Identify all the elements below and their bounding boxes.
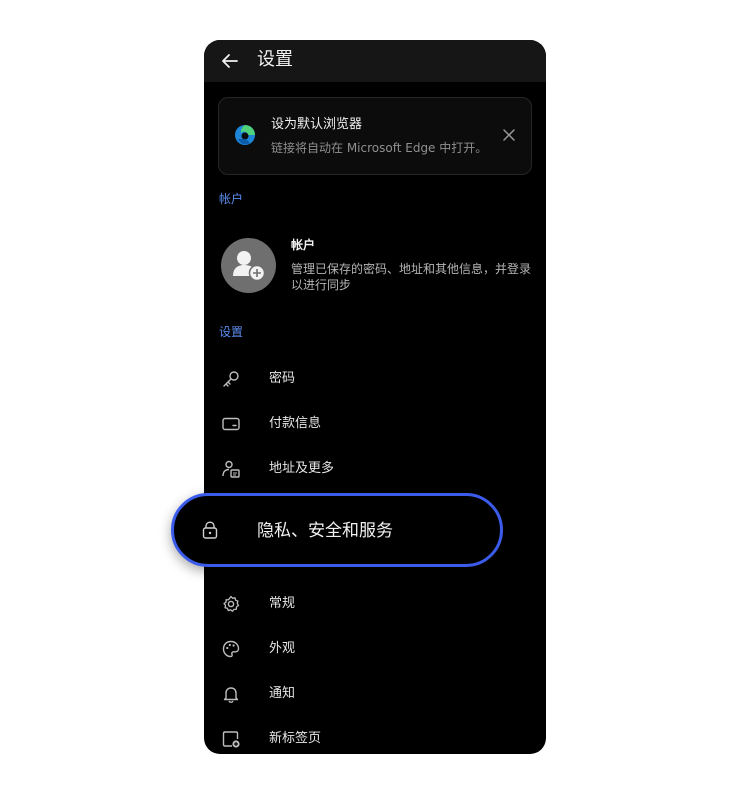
- menu-label: 新标签页: [269, 731, 322, 746]
- avatar: [221, 238, 276, 293]
- key-icon: [223, 371, 239, 387]
- close-icon[interactable]: [502, 128, 516, 142]
- menu-item-payment[interactable]: 付款信息: [204, 404, 546, 444]
- edge-logo-icon: [235, 125, 255, 145]
- menu-item-passwords[interactable]: 密码: [204, 359, 546, 399]
- account-description: 管理已保存的密码、地址和其他信息，并登录以进行同步: [291, 262, 532, 292]
- menu-item-notifications[interactable]: 通知: [204, 674, 546, 714]
- gear-icon: [223, 595, 240, 612]
- menu-item-new-tab[interactable]: 新标签页: [204, 719, 546, 754]
- settings-section-label: 设置: [219, 325, 244, 339]
- top-bar: 设置: [204, 40, 546, 82]
- menu-label: 常规: [269, 596, 296, 611]
- menu-item-privacy-security-services[interactable]: 隐私、安全和服务: [171, 493, 503, 567]
- menu-label: 通知: [269, 686, 296, 701]
- default-browser-banner[interactable]: 设为默认浏览器 链接将自动在 Microsoft Edge 中打开。: [218, 97, 532, 175]
- settings-screen: 设置 设为默认浏览器 链接将自动在 Microsoft Edge 中打开。 帐户…: [204, 40, 546, 754]
- menu-label: 付款信息: [269, 416, 322, 431]
- menu-label: 密码: [269, 371, 296, 386]
- account-section-label: 帐户: [219, 192, 244, 206]
- account-title: 帐户: [291, 238, 316, 252]
- new-tab-icon: [222, 731, 240, 748]
- menu-item-appearance[interactable]: 外观: [204, 629, 546, 669]
- menu-label: 隐私、安全和服务: [257, 521, 393, 541]
- banner-subtitle: 链接将自动在 Microsoft Edge 中打开。: [271, 141, 488, 155]
- lock-icon: [202, 521, 218, 539]
- menu-label: 地址及更多: [269, 461, 335, 476]
- page-title: 设置: [257, 49, 293, 70]
- palette-icon: [222, 640, 240, 658]
- address-icon: [222, 460, 240, 478]
- menu-item-general[interactable]: 常规: [204, 584, 546, 624]
- menu-label: 外观: [269, 641, 296, 656]
- bell-icon: [223, 687, 239, 703]
- arrow-left-icon[interactable]: [220, 51, 240, 71]
- menu-item-addresses[interactable]: 地址及更多: [204, 449, 546, 489]
- banner-title: 设为默认浏览器: [271, 117, 363, 132]
- add-user-icon: [233, 251, 266, 282]
- card-icon: [222, 417, 240, 431]
